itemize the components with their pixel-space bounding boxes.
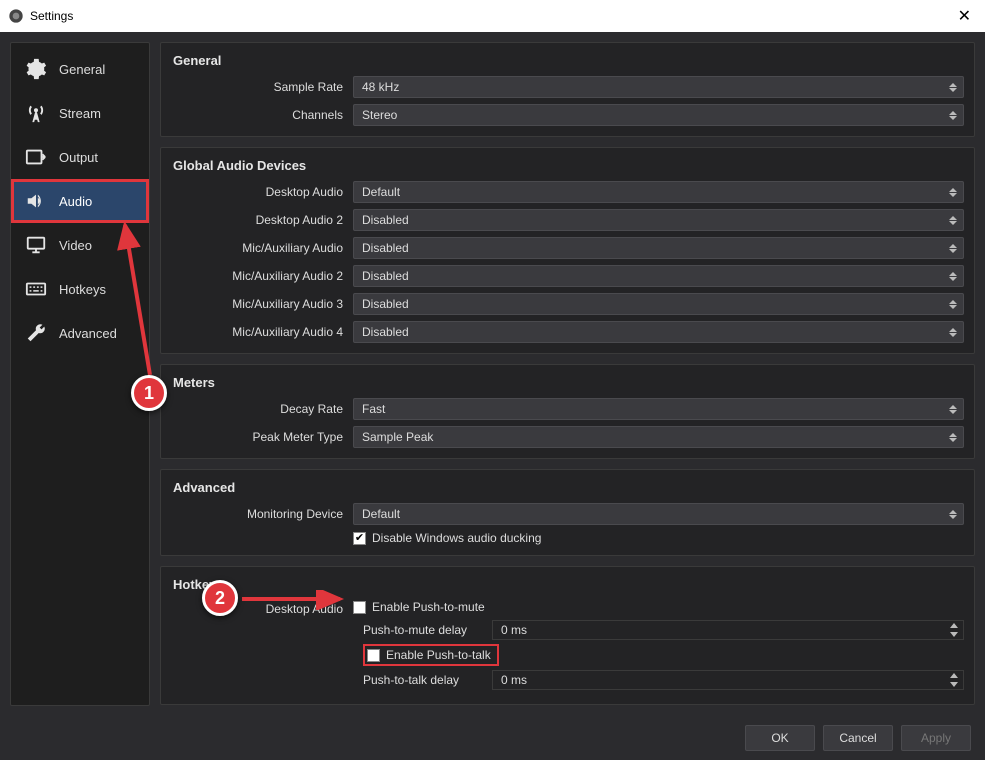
disable-ducking-label: Disable Windows audio ducking <box>372 531 541 545</box>
apply-button[interactable]: Apply <box>901 725 971 751</box>
gear-icon <box>23 59 49 79</box>
mic-aux-4-combo[interactable]: Disabled <box>353 321 964 343</box>
sidebar-item-label: Output <box>59 150 98 165</box>
close-button[interactable]: ✕ <box>952 6 977 26</box>
settings-content: General Sample Rate 48 kHz Channels Ster… <box>160 42 975 706</box>
sidebar-item-label: Hotkeys <box>59 282 106 297</box>
spinner-icon[interactable] <box>945 78 961 96</box>
spinner-icon[interactable] <box>945 323 961 341</box>
peak-meter-label: Peak Meter Type <box>171 430 353 444</box>
annotation-highlight-ptt: Enable Push-to-talk <box>363 644 499 666</box>
decay-rate-label: Decay Rate <box>171 402 353 416</box>
speaker-icon <box>23 191 49 211</box>
sample-rate-combo[interactable]: 48 kHz <box>353 76 964 98</box>
window-title: Settings <box>30 9 73 23</box>
push-to-talk-label: Enable Push-to-talk <box>386 648 491 662</box>
monitor-icon <box>23 235 49 255</box>
group-hotkeys: Hotkeys Desktop Audio Enable Push-to-mut… <box>160 566 975 705</box>
group-title: General <box>171 51 964 76</box>
sidebar-item-label: Stream <box>59 106 101 121</box>
sidebar-item-hotkeys[interactable]: Hotkeys <box>11 267 149 311</box>
device-label: Mic/Auxiliary Audio <box>171 241 353 255</box>
spinner-icon[interactable] <box>945 505 961 523</box>
ptt-delay-field[interactable]: 0 ms <box>492 670 964 690</box>
sidebar-item-general[interactable]: General <box>11 47 149 91</box>
mic-aux-3-combo[interactable]: Disabled <box>353 293 964 315</box>
spinner-icon[interactable] <box>945 428 961 446</box>
tools-icon <box>23 323 49 343</box>
group-title: Meters <box>171 373 964 398</box>
desktop-audio-2-combo[interactable]: Disabled <box>353 209 964 231</box>
decay-rate-combo[interactable]: Fast <box>353 398 964 420</box>
channels-combo[interactable]: Stereo <box>353 104 964 126</box>
spinner-icon[interactable] <box>947 622 961 638</box>
group-title: Hotkeys <box>171 575 964 600</box>
device-label: Mic/Auxiliary Audio 3 <box>171 297 353 311</box>
sidebar-item-label: General <box>59 62 105 77</box>
spinner-icon[interactable] <box>947 672 961 688</box>
peak-meter-combo[interactable]: Sample Peak <box>353 426 964 448</box>
sample-rate-label: Sample Rate <box>171 80 353 94</box>
titlebar: Settings ✕ <box>0 0 985 32</box>
channels-label: Channels <box>171 108 353 122</box>
sidebar-item-label: Audio <box>59 194 92 209</box>
spinner-icon[interactable] <box>945 106 961 124</box>
device-label: Desktop Audio <box>171 185 353 199</box>
annotation-callout-2: 2 <box>202 580 238 616</box>
disable-ducking-checkbox[interactable] <box>353 532 366 545</box>
keyboard-icon <box>23 279 49 299</box>
spinner-icon[interactable] <box>945 400 961 418</box>
app-icon <box>8 8 24 24</box>
ok-button[interactable]: OK <box>745 725 815 751</box>
spinner-icon[interactable] <box>945 183 961 201</box>
monitoring-device-combo[interactable]: Default <box>353 503 964 525</box>
settings-sidebar: General Stream Output Audio Video <box>10 42 150 706</box>
sidebar-item-output[interactable]: Output <box>11 135 149 179</box>
annotation-callout-1: 1 <box>131 375 167 411</box>
antenna-icon <box>23 103 49 123</box>
sidebar-item-stream[interactable]: Stream <box>11 91 149 135</box>
dialog-footer: OK Cancel Apply <box>0 716 985 760</box>
sidebar-item-audio[interactable]: Audio <box>11 179 149 223</box>
sidebar-item-label: Advanced <box>59 326 117 341</box>
sidebar-item-video[interactable]: Video <box>11 223 149 267</box>
output-icon <box>23 147 49 167</box>
spinner-icon[interactable] <box>945 295 961 313</box>
push-to-mute-label: Enable Push-to-mute <box>372 600 485 614</box>
mic-aux-2-combo[interactable]: Disabled <box>353 265 964 287</box>
group-title: Advanced <box>171 478 964 503</box>
ptm-delay-field[interactable]: 0 ms <box>492 620 964 640</box>
monitoring-device-label: Monitoring Device <box>171 507 353 521</box>
spinner-icon[interactable] <box>945 267 961 285</box>
ptm-delay-label: Push-to-mute delay <box>363 623 478 637</box>
group-advanced: Advanced Monitoring DeviceDefault Disabl… <box>160 469 975 556</box>
group-meters: Meters Decay RateFast Peak Meter TypeSam… <box>160 364 975 459</box>
device-label: Mic/Auxiliary Audio 4 <box>171 325 353 339</box>
push-to-mute-checkbox[interactable] <box>353 601 366 614</box>
group-title: Global Audio Devices <box>171 156 964 181</box>
mic-aux-combo[interactable]: Disabled <box>353 237 964 259</box>
group-global-audio: Global Audio Devices Desktop AudioDefaul… <box>160 147 975 354</box>
desktop-audio-combo[interactable]: Default <box>353 181 964 203</box>
spinner-icon[interactable] <box>945 211 961 229</box>
cancel-button[interactable]: Cancel <box>823 725 893 751</box>
spinner-icon[interactable] <box>945 239 961 257</box>
device-label: Mic/Auxiliary Audio 2 <box>171 269 353 283</box>
sidebar-item-advanced[interactable]: Advanced <box>11 311 149 355</box>
group-general: General Sample Rate 48 kHz Channels Ster… <box>160 42 975 137</box>
push-to-talk-checkbox[interactable] <box>367 649 380 662</box>
ptt-delay-label: Push-to-talk delay <box>363 673 478 687</box>
hotkey-device-label: Desktop Audio <box>171 600 353 616</box>
device-label: Desktop Audio 2 <box>171 213 353 227</box>
sidebar-item-label: Video <box>59 238 92 253</box>
